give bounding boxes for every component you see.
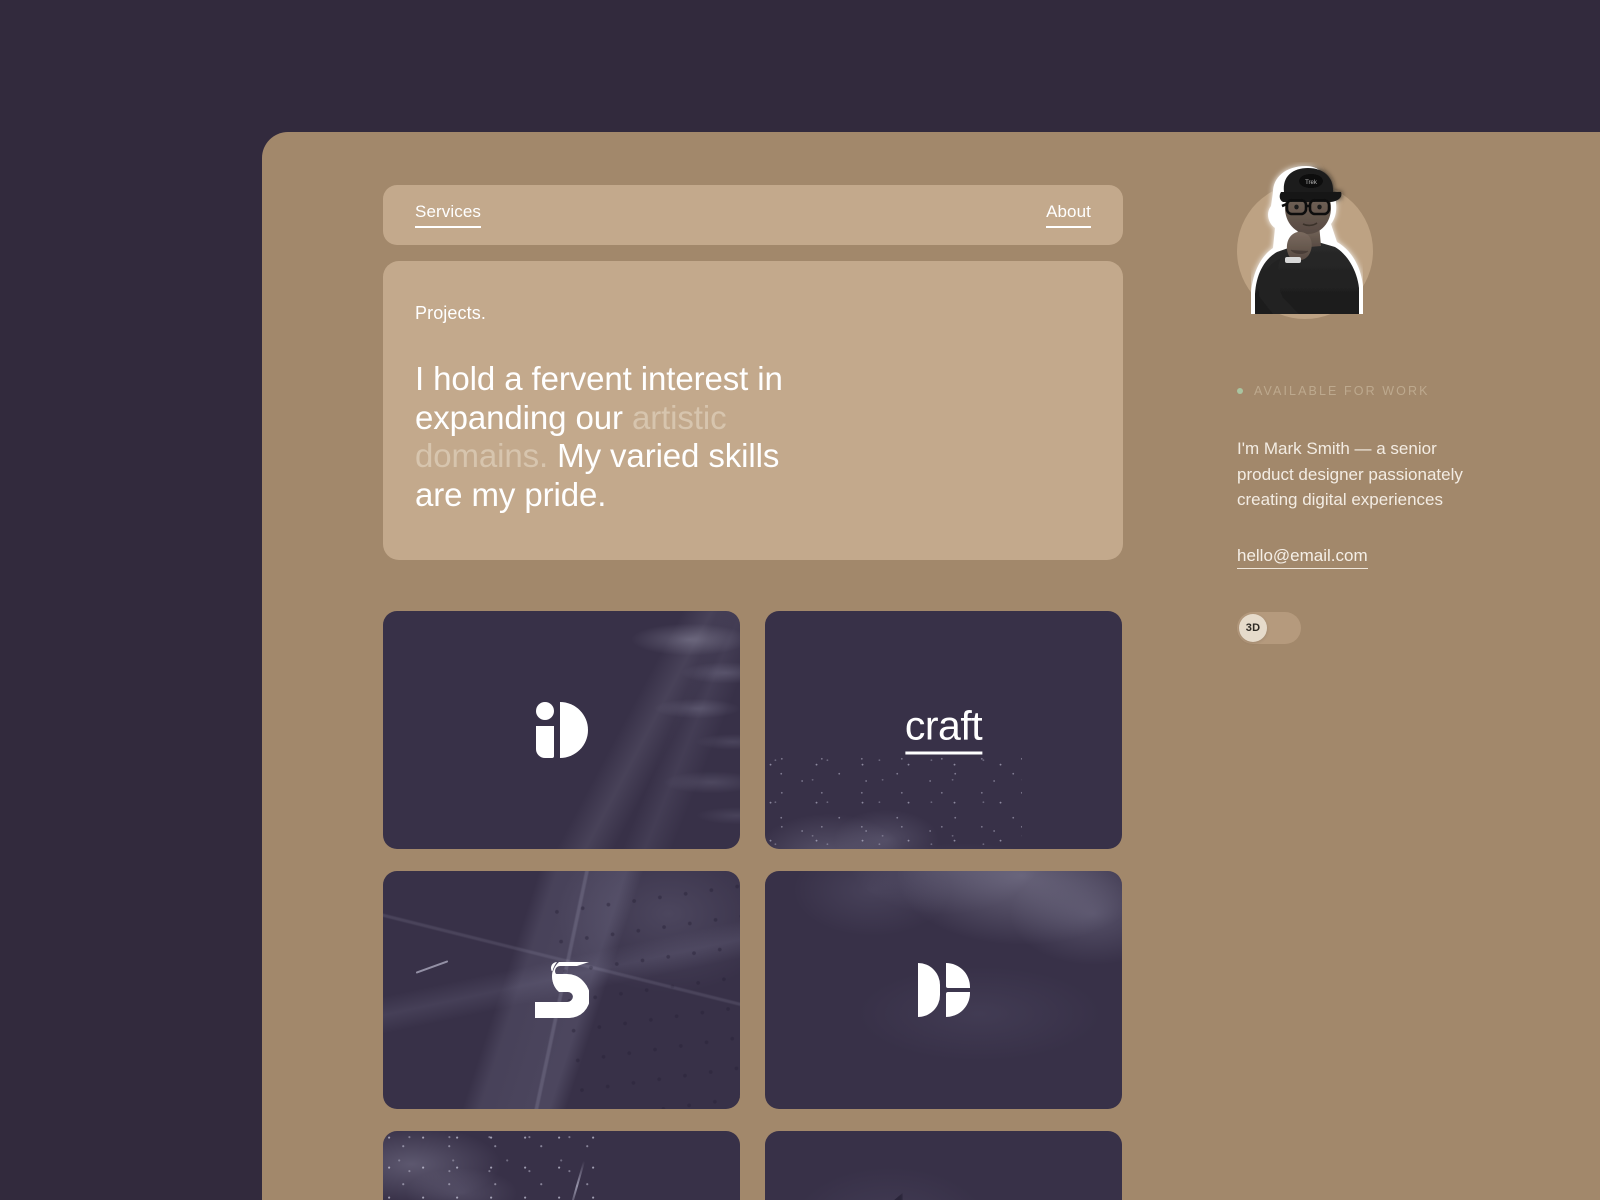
projects-grid: craft	[383, 611, 1123, 1200]
screen-root: Services About Projects. I hold a ferven…	[0, 0, 1600, 1200]
top-navigation: Services About	[383, 185, 1123, 245]
profile-sidebar: Trek AVAILABLE FOR WORK I'm Mark Smith —…	[1237, 162, 1517, 644]
nav-link-about[interactable]: About	[1046, 202, 1091, 228]
ice-texture	[383, 1131, 740, 1200]
profile-bio: I'm Mark Smith — a senior product design…	[1237, 439, 1463, 509]
ice-streak	[568, 1160, 585, 1200]
avatar-photo: Trek	[1251, 166, 1363, 314]
project-card-k[interactable]	[765, 871, 1122, 1109]
k-monogram-icon	[917, 963, 970, 1017]
hero-kicker: Projects.	[415, 303, 486, 323]
availability-status: AVAILABLE FOR WORK	[1237, 384, 1517, 398]
email-link[interactable]: hello@email.com	[1237, 546, 1368, 569]
shard-texture	[765, 1131, 1122, 1200]
toggle-3d-label: 3D	[1245, 621, 1261, 634]
main-panel: Services About Projects. I hold a ferven…	[262, 132, 1600, 1200]
ia-monogram-icon	[535, 702, 588, 758]
hero-card: Projects. I hold a fervent interest in e…	[383, 261, 1123, 560]
status-dot-icon	[1237, 388, 1243, 394]
hero-title-part1: I hold a fervent interest in expanding o…	[415, 360, 783, 436]
toggle-3d-knob: 3D	[1239, 613, 1267, 642]
architecture-dash	[415, 960, 449, 974]
project-card-craft[interactable]: craft	[765, 611, 1122, 849]
avatar: Trek	[1237, 162, 1373, 319]
nav-link-services[interactable]: Services	[415, 202, 481, 228]
svg-text:Trek: Trek	[1305, 180, 1318, 186]
content-column: Services About Projects. I hold a ferven…	[383, 185, 1123, 1200]
toggle-3d[interactable]: 3D	[1237, 611, 1301, 644]
status-badge: AVAILABLE FOR WORK	[1254, 384, 1430, 398]
project-card-five[interactable]	[383, 1131, 740, 1200]
project-card-six[interactable]	[765, 1131, 1122, 1200]
hero-title: I hold a fervent interest in expanding o…	[415, 360, 815, 514]
project-card-ia[interactable]	[383, 611, 740, 849]
project-card-s[interactable]	[383, 871, 740, 1109]
craft-wordmark-icon: craft	[904, 705, 983, 755]
s-monogram-icon	[534, 962, 589, 1018]
